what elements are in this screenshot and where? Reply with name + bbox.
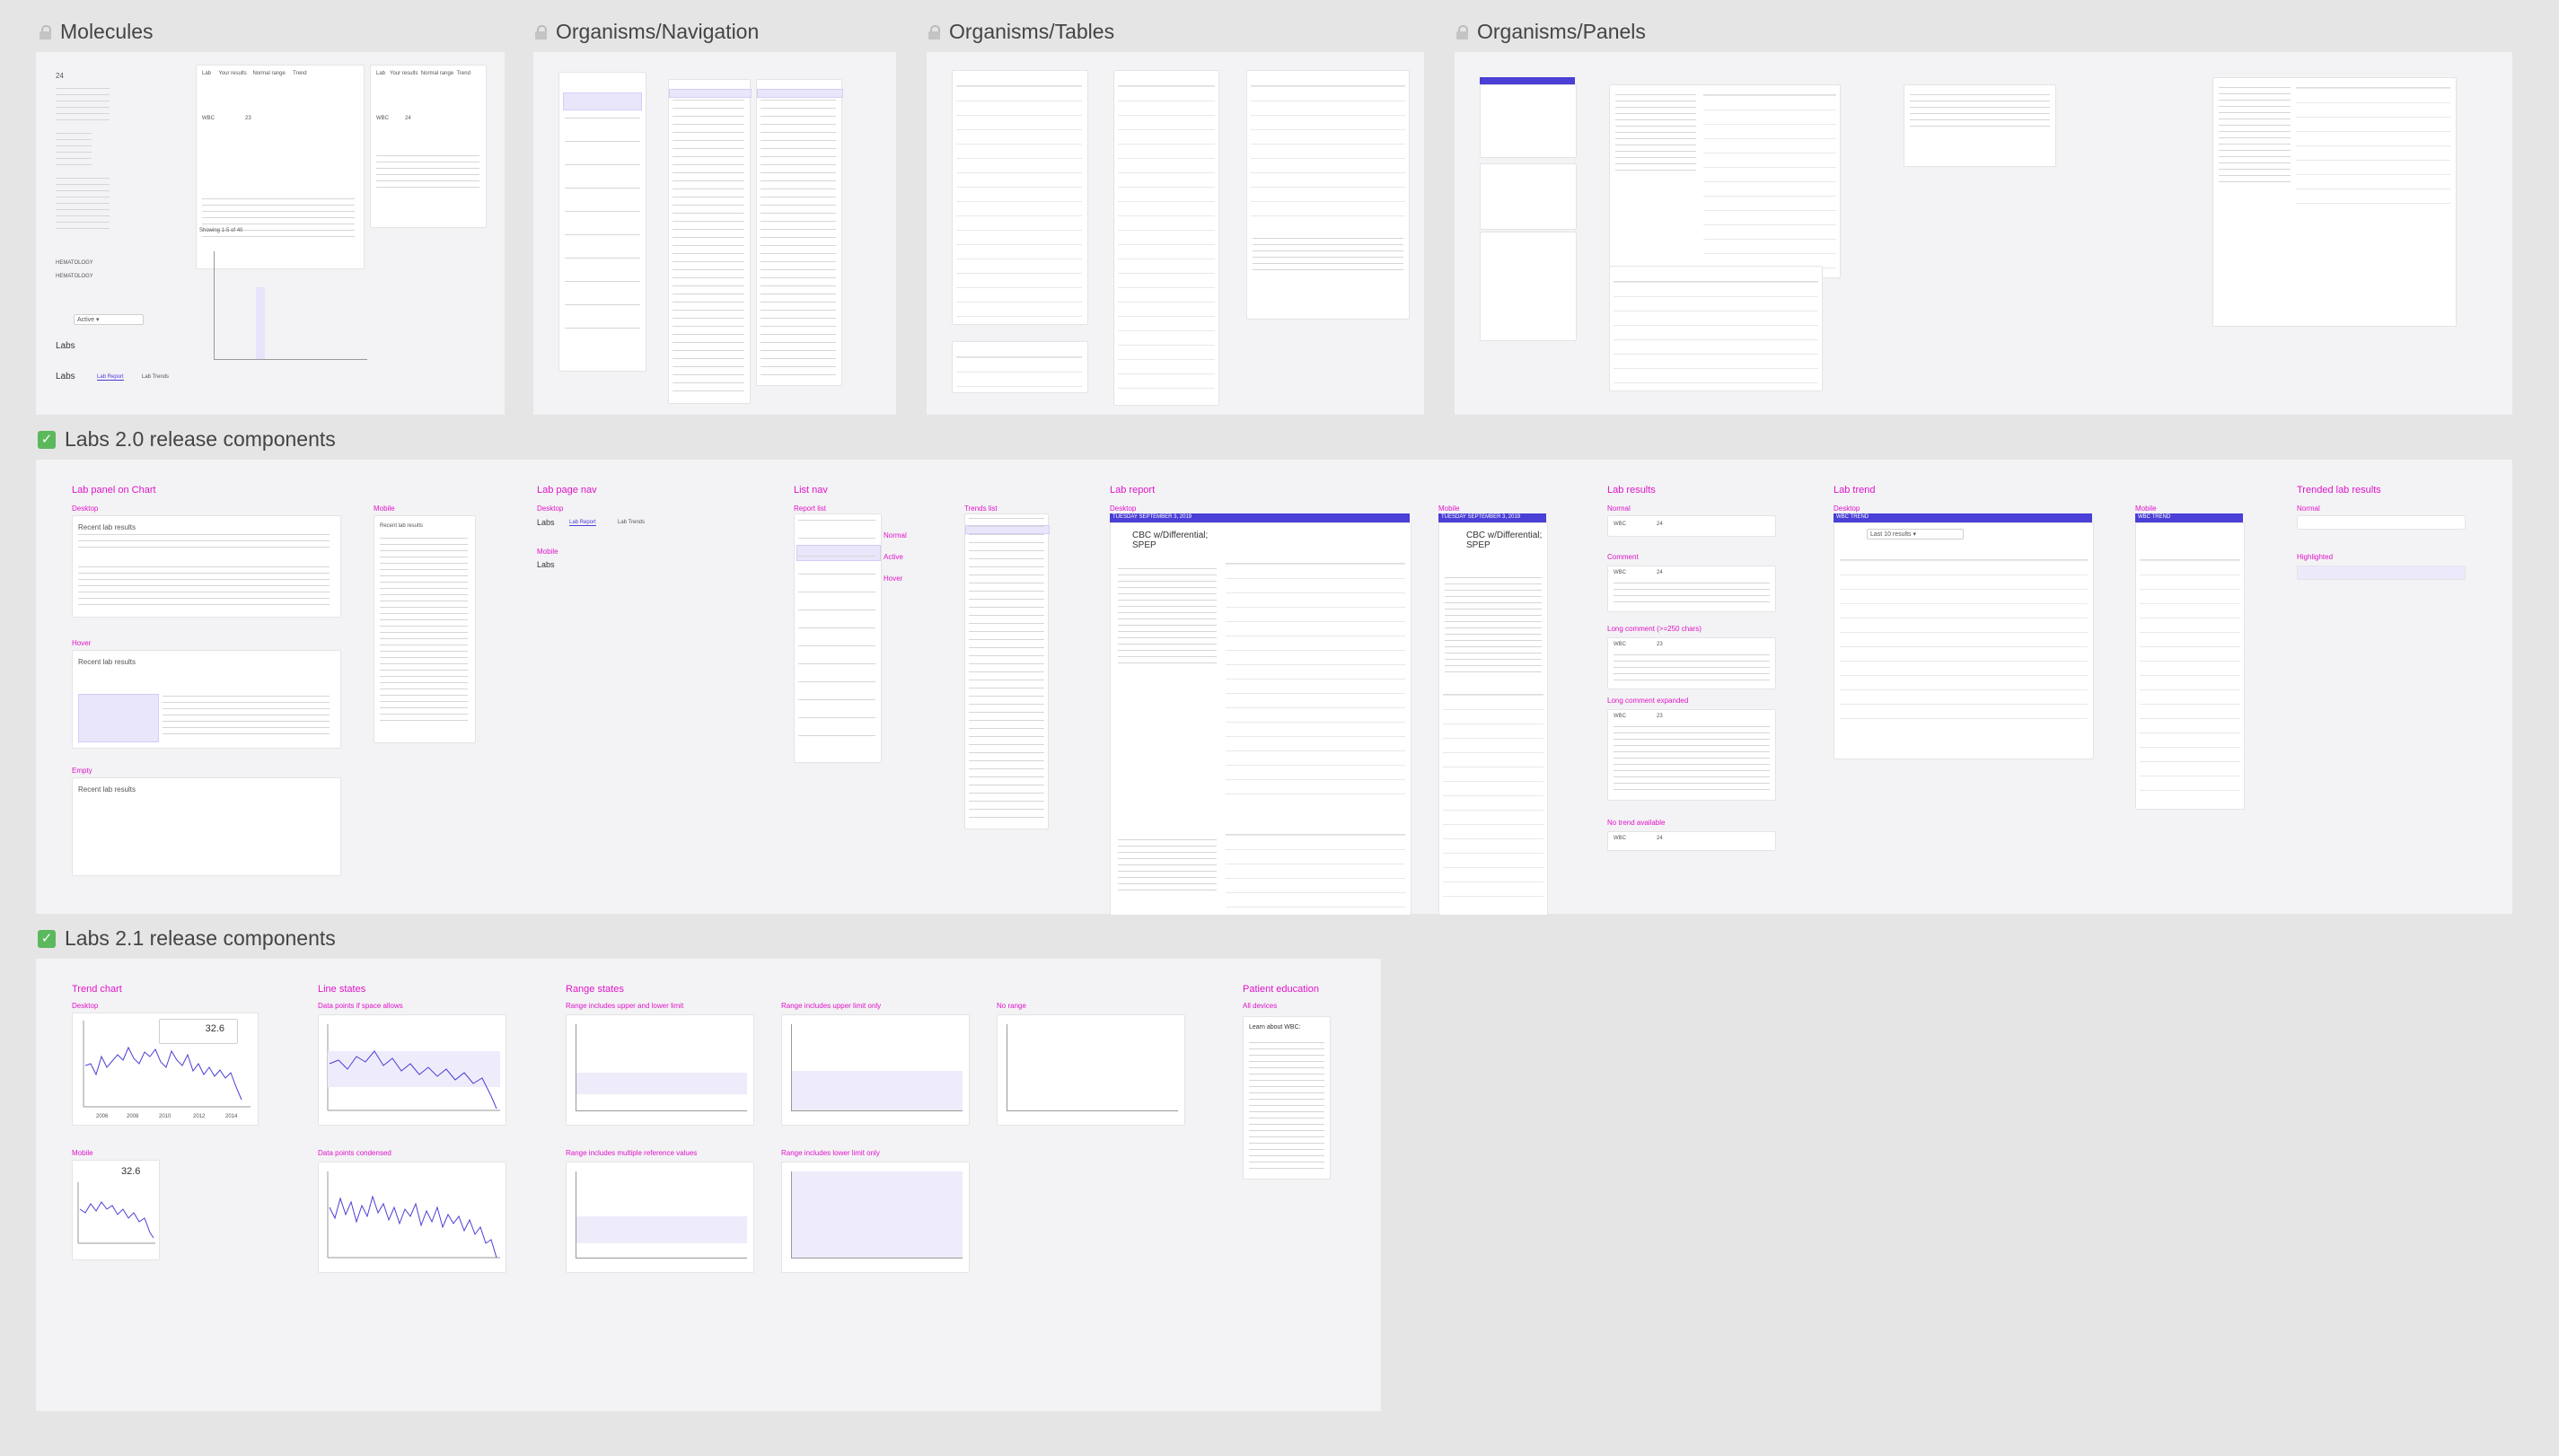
range-multiple	[566, 1162, 754, 1273]
lab-report-desktop: CBC w/Differential; SPEP	[1110, 522, 1411, 916]
molecules-lab-report-tab[interactable]: Lab Report	[97, 374, 124, 381]
checkmark-icon: ✓	[38, 929, 56, 948]
organisms-tables-frame	[927, 52, 1424, 415]
trend-chart-desktop: 32.6 2006 2008 2010 2012 2014	[72, 1013, 259, 1126]
table-card-2	[952, 341, 1088, 393]
no-range	[997, 1014, 1185, 1126]
line-state-space	[318, 1014, 506, 1126]
trend-line-chart-mobile	[77, 1182, 155, 1244]
panel-documents	[1609, 266, 1823, 391]
trended-lab-result-normal[interactable]	[2297, 515, 2466, 530]
nav-trends-list	[668, 79, 752, 404]
trend-tooltip: 32.6	[159, 1019, 238, 1044]
checkmark-icon: ✓	[38, 430, 56, 449]
nav-report-list	[558, 72, 646, 372]
lock-icon	[535, 24, 547, 39]
panel-spep	[2212, 77, 2457, 327]
table-card-3	[1113, 70, 1219, 406]
molecules-lab-card: Lab Your results Normal range Trend WBC …	[196, 65, 365, 269]
trend-range-select[interactable]: Last 10 results ▾	[1867, 529, 1964, 539]
line-state-space-chart	[327, 1024, 500, 1111]
lab-result-no-trend: WBC 24	[1607, 831, 1776, 851]
section-title-labs20: ✓ Labs 2.0 release components	[38, 427, 336, 452]
molecules-chart	[214, 251, 367, 360]
lock-icon	[928, 24, 940, 39]
lock-icon	[40, 24, 51, 39]
section-title-organisms-navigation: Organisms/Navigation	[535, 20, 759, 44]
lab-trend-desktop: Last 10 results ▾	[1834, 522, 2094, 759]
panel-cbc-small	[1904, 84, 2056, 167]
labs21-frame: Trend chart Desktop 32.6 2006 2008 2010 …	[36, 959, 1381, 1411]
table-card-4	[1246, 70, 1410, 320]
section-title-labs21: ✓ Labs 2.1 release components	[38, 926, 336, 951]
molecules-select[interactable]: Active ▾	[74, 314, 144, 325]
lab-result-long-comment: WBC 23	[1607, 637, 1776, 689]
section-title-molecules: Molecules	[40, 20, 154, 44]
lab-report-mobile: CBC w/Differential; SPEP	[1438, 522, 1548, 916]
range-upper-only	[781, 1014, 970, 1126]
recent-lab-results-mobile: Recent lab results	[374, 515, 476, 743]
lab-report-tab[interactable]: Lab Report	[569, 520, 596, 526]
recent-lab-results-empty: Recent lab results	[72, 777, 341, 876]
panel-cbc	[1609, 84, 1841, 278]
line-state-condensed	[318, 1162, 506, 1273]
lock-icon	[1456, 24, 1468, 39]
molecules-labs-title: Labs	[56, 341, 75, 351]
molecules-lab-trends-tab[interactable]: Lab Trends	[142, 374, 169, 380]
organisms-navigation-frame	[533, 52, 896, 415]
lab-result-long-comment-expanded: WBC 23	[1607, 709, 1776, 801]
line-state-condensed-chart	[327, 1171, 500, 1259]
section-title-organisms-panels: Organisms/Panels	[1456, 20, 1646, 44]
molecules-lab-card-2: Lab Your results Normal range Trend WBC …	[370, 65, 487, 228]
labs20-frame: Lab panel on Chart Desktop Recent lab re…	[36, 460, 2512, 916]
lab-trends-tab[interactable]: Lab Trends	[618, 520, 645, 525]
organisms-panels-frame	[1455, 52, 2512, 415]
trends-list	[964, 513, 1050, 829]
patient-education-card: Learn about WBC:	[1243, 1016, 1331, 1180]
recent-lab-results-card: Recent lab results	[72, 515, 341, 618]
lab-result-normal: WBC 24	[1607, 515, 1776, 537]
molecules-labs-title-2: Labs	[56, 372, 75, 382]
trended-lab-result-highlighted[interactable]	[2297, 566, 2466, 580]
range-upper-lower	[566, 1014, 754, 1126]
recent-lab-results-hover: Recent lab results	[72, 650, 341, 749]
report-list	[794, 513, 882, 763]
range-lower-only	[781, 1162, 970, 1273]
table-card-1	[952, 70, 1088, 325]
lab-trend-mobile	[2135, 522, 2245, 810]
lab-result-comment: WBC 24	[1607, 566, 1776, 612]
molecules-frame: 24 HEMATOLOGY HEMATOLOGY Active ▾ Labs L…	[36, 52, 505, 415]
trend-chart-mobile: 32.6	[72, 1160, 160, 1260]
nav-trends-list-2	[756, 79, 843, 386]
section-title-organisms-tables: Organisms/Tables	[928, 20, 1114, 44]
